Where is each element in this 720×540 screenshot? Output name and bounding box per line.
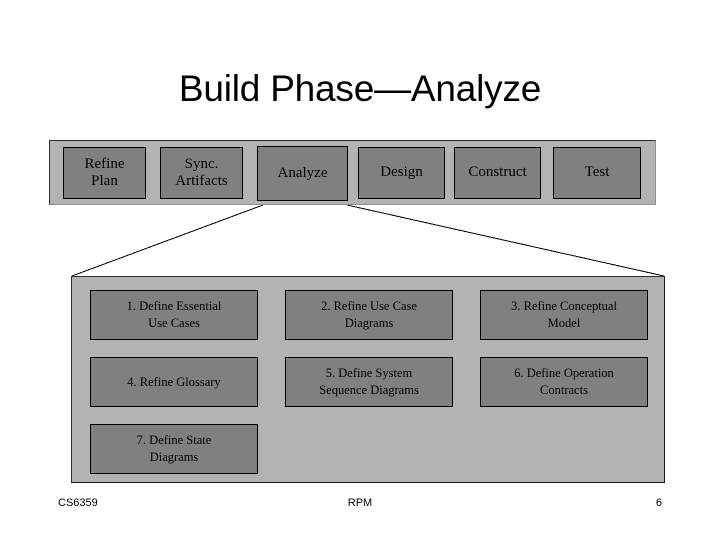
phase-box-refine[interactable]: Refine Plan bbox=[63, 147, 146, 199]
connector-line-right bbox=[346, 204, 665, 277]
phase-box-design[interactable]: Design bbox=[358, 147, 445, 199]
phase-box-sync[interactable]: Sync. Artifacts bbox=[160, 147, 243, 199]
footer-page-number: 6 bbox=[655, 497, 662, 509]
phase-box-label: Analyze bbox=[277, 164, 328, 181]
connector-line-left bbox=[71, 204, 264, 277]
activity-box-5[interactable]: 5. Define System Sequence Diagrams bbox=[285, 357, 453, 407]
phase-box-label: Test bbox=[584, 164, 610, 181]
phase-box-analyze[interactable]: Analyze bbox=[257, 146, 348, 201]
activity-box-label: 5. Define System Sequence Diagrams bbox=[319, 366, 419, 397]
analyze-activities-panel: 1. Define Essential Use Cases 2. Refine Us… bbox=[71, 276, 665, 483]
activity-box-label: 4. Refine Glossary bbox=[127, 374, 221, 389]
activity-box-7[interactable]: 7. Define State Diagrams bbox=[90, 424, 258, 474]
activity-box-6[interactable]: 6. Define Operation Contracts bbox=[480, 357, 648, 407]
page-title: Build Phase—Analyze bbox=[178, 68, 542, 109]
phase-box-label: Sync. Artifacts bbox=[175, 155, 228, 189]
activity-box-label: 6. Define Operation Contracts bbox=[514, 366, 614, 397]
phase-box-label: Construct bbox=[468, 164, 527, 181]
phase-box-test[interactable]: Test bbox=[553, 147, 641, 199]
activity-box-3[interactable]: 3. Refine Conceptual Model bbox=[480, 290, 648, 340]
activity-box-1[interactable]: 1. Define Essential Use Cases bbox=[90, 290, 258, 340]
phase-bar: Refine Plan Sync. Artifacts Analyze Design Con… bbox=[49, 140, 656, 205]
phase-box-label: Refine Plan bbox=[84, 155, 125, 189]
phase-box-construct[interactable]: Construct bbox=[454, 147, 541, 199]
activity-box-label: 2. Refine Use Case Diagrams bbox=[321, 299, 417, 330]
activity-box-4[interactable]: 4. Refine Glossary bbox=[90, 357, 258, 407]
activity-box-label: 1. Define Essential Use Cases bbox=[126, 299, 222, 330]
activity-box-label: 3. Refine Conceptual Model bbox=[511, 299, 617, 330]
activity-box-label: 7. Define State Diagrams bbox=[136, 433, 212, 464]
phase-box-label: Design bbox=[380, 164, 423, 181]
activity-box-2[interactable]: 2. Refine Use Case Diagrams bbox=[285, 290, 453, 340]
